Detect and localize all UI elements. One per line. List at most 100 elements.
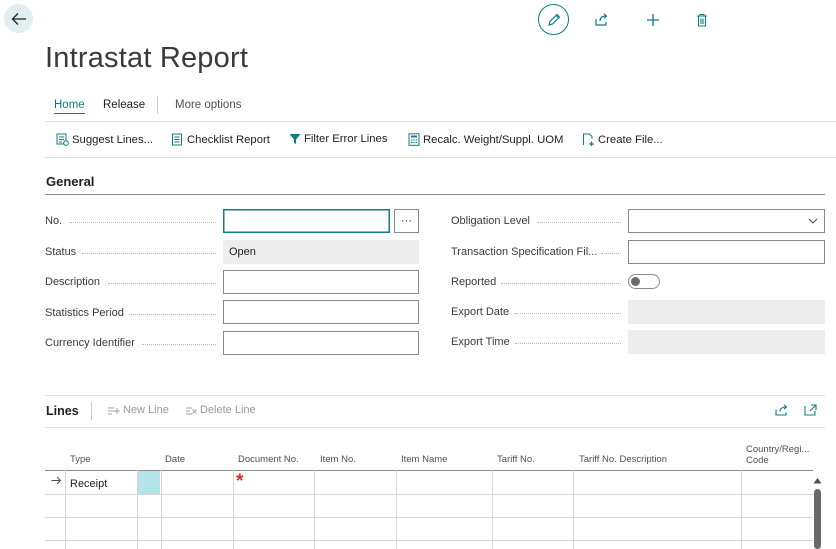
checklist-report-button[interactable]: Checklist Report — [171, 133, 270, 146]
delete-button[interactable] — [686, 4, 717, 35]
share-icon — [775, 404, 788, 416]
transaction-spec-label: Transaction Specification Fil... — [451, 246, 598, 258]
no-field[interactable] — [223, 209, 390, 233]
leader-dots — [129, 314, 216, 315]
general-heading: General — [46, 174, 95, 189]
col-country-line1: Country/Regi... — [746, 444, 810, 455]
scrollbar-thumb[interactable] — [814, 489, 821, 549]
expand-icon — [804, 404, 817, 416]
status-field: Open — [223, 240, 419, 264]
suggest-lines-icon — [56, 133, 69, 146]
pencil-icon — [547, 13, 560, 26]
obligation-level-label: Obligation Level — [451, 215, 530, 227]
checklist-report-label: Checklist Report — [187, 133, 270, 146]
trash-icon — [696, 13, 707, 27]
export-time-field — [628, 330, 825, 354]
new-line-label: New Line — [123, 404, 169, 416]
filter-error-lines-button[interactable]: Filter Error Lines — [289, 133, 388, 145]
lines-top-divider — [45, 395, 825, 396]
new-line-icon — [108, 407, 120, 414]
arrow-left-icon — [11, 12, 26, 25]
grid-col-line — [314, 470, 315, 549]
grid-col-line — [161, 470, 162, 549]
leader-dots — [515, 343, 621, 344]
suggest-lines-label: Suggest Lines... — [72, 133, 154, 146]
grid-col-line — [396, 470, 397, 549]
col-country-region[interactable]: Country/Regi... Code — [746, 444, 809, 466]
statistics-period-label: Statistics Period — [45, 307, 124, 319]
obligation-level-select[interactable] — [628, 209, 825, 233]
share-icon — [594, 13, 607, 26]
current-row-arrow-icon — [51, 476, 62, 488]
leader-dots — [501, 283, 621, 284]
no-assist-button[interactable]: ··· — [394, 209, 419, 233]
plus-icon — [646, 13, 659, 26]
grid-col-line — [65, 470, 66, 549]
filter-icon — [289, 134, 301, 144]
lines-share-button[interactable] — [775, 404, 789, 419]
lines-expand-button[interactable] — [804, 404, 817, 419]
lines-divider — [91, 402, 92, 420]
filter-error-lines-label: Filter Error Lines — [304, 133, 388, 145]
required-marker: * — [236, 471, 244, 492]
row-type-cell[interactable]: Receipt — [70, 478, 107, 490]
grid-col-line — [573, 470, 574, 549]
tab-release[interactable]: Release — [103, 99, 145, 111]
selected-cell[interactable] — [138, 471, 160, 494]
edit-button[interactable] — [538, 4, 569, 35]
export-date-label: Export Date — [451, 306, 510, 318]
menu-divider — [157, 96, 158, 114]
currency-identifier-field[interactable] — [223, 331, 419, 355]
leader-dots — [108, 283, 216, 284]
leader-dots — [70, 222, 216, 223]
lines-grid: Type Date Document No. Item No. Item Nam… — [45, 428, 825, 549]
delete-line-icon — [186, 407, 197, 414]
reported-label: Reported — [451, 276, 497, 288]
create-file-icon — [583, 133, 594, 146]
transaction-spec-field[interactable] — [628, 240, 825, 264]
tab-home[interactable]: Home — [54, 99, 85, 114]
page-title: Intrastat Report — [45, 42, 249, 74]
delete-line-button[interactable]: Delete Line — [185, 404, 256, 416]
currency-identifier-label: Currency Identifier — [45, 337, 135, 349]
export-date-field — [628, 300, 825, 324]
suggest-lines-button[interactable]: Suggest Lines... — [56, 133, 153, 146]
col-type[interactable]: Type — [70, 454, 91, 465]
lines-heading: Lines — [46, 404, 79, 418]
leader-dots — [82, 253, 216, 254]
toggle-knob — [631, 277, 640, 286]
grid-col-line — [233, 470, 234, 549]
back-button[interactable] — [4, 4, 33, 33]
more-options-button[interactable]: More options — [175, 99, 241, 111]
leader-dots — [601, 253, 621, 254]
description-label: Description — [45, 276, 101, 288]
col-item-name[interactable]: Item Name — [401, 454, 447, 465]
description-field[interactable] — [223, 270, 419, 294]
recalc-weight-button[interactable]: Recalc. Weight/Suppl. UOM — [408, 133, 563, 146]
export-time-label: Export Time — [451, 336, 510, 348]
create-file-button[interactable]: Create File... — [582, 133, 663, 146]
statistics-period-field[interactable] — [223, 300, 419, 324]
col-document-no[interactable]: Document No. — [238, 454, 299, 465]
col-item-no[interactable]: Item No. — [320, 454, 356, 465]
col-date[interactable]: Date — [165, 454, 185, 465]
leader-dots — [142, 344, 216, 345]
report-icon — [172, 133, 182, 146]
add-button[interactable] — [637, 4, 668, 35]
col-country-line2: Code — [746, 455, 769, 466]
no-label: No. — [45, 215, 63, 227]
reported-toggle[interactable] — [628, 274, 660, 289]
chevron-down-icon — [808, 218, 818, 224]
calculator-icon — [408, 133, 420, 146]
col-tariff-no[interactable]: Tariff No. — [497, 454, 535, 465]
share-button[interactable] — [586, 4, 617, 35]
new-line-button[interactable]: New Line — [107, 404, 169, 416]
create-file-label: Create File... — [598, 133, 663, 146]
grid-col-line — [741, 470, 742, 549]
leader-dots — [537, 222, 621, 223]
leader-dots — [515, 313, 621, 314]
col-tariff-description[interactable]: Tariff No. Description — [579, 454, 667, 465]
section-divider — [45, 194, 825, 195]
scroll-up-icon[interactable] — [813, 475, 822, 487]
status-label: Status — [45, 246, 77, 258]
